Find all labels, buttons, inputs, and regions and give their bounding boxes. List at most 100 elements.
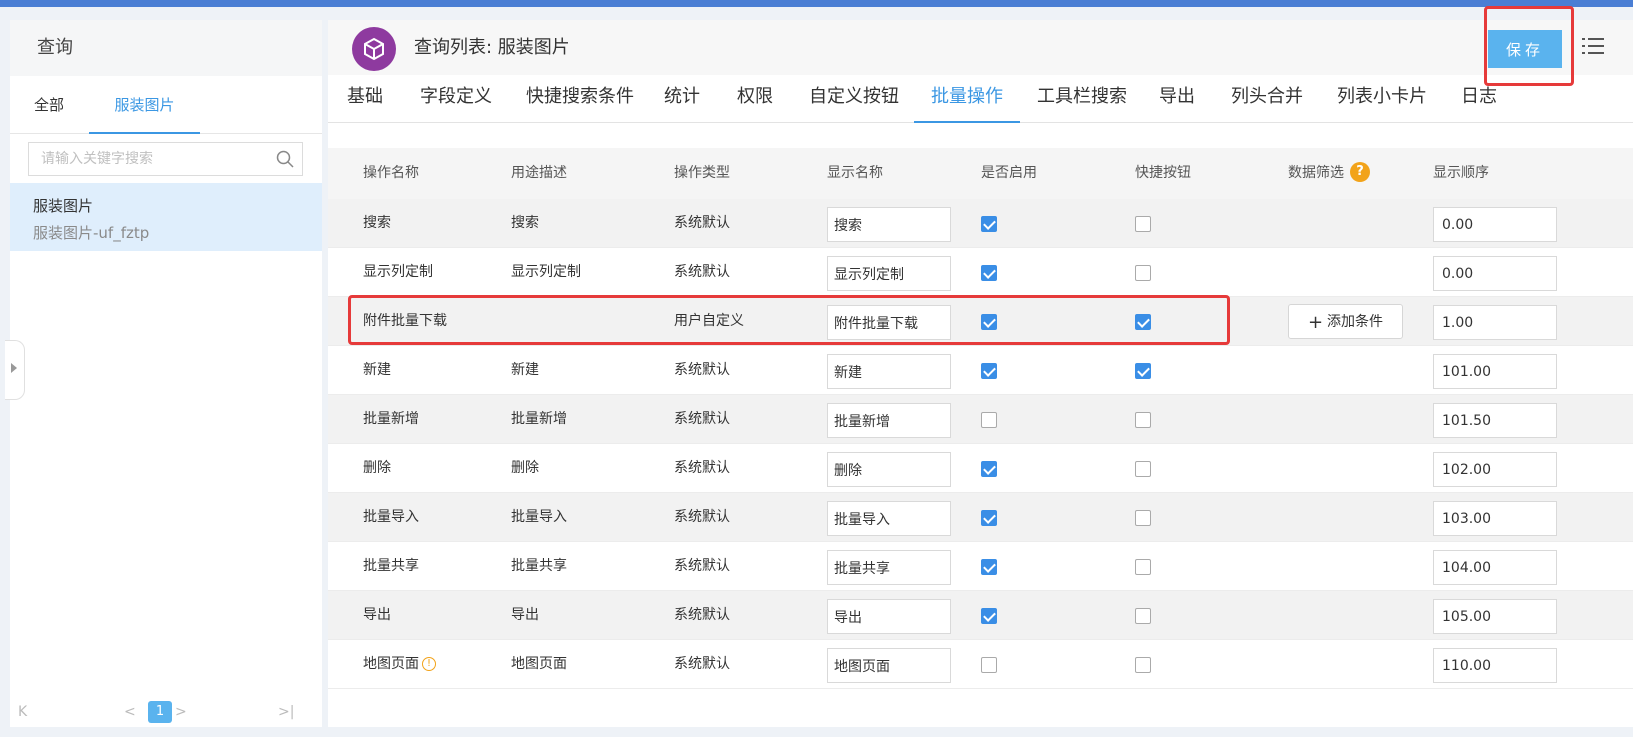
table-row: 地图页面! 地图页面 系统默认 (328, 640, 1633, 689)
operation-name: 删除 (363, 444, 391, 493)
save-button[interactable]: 保存 (1488, 30, 1562, 68)
operation-type: 系统默认 (674, 558, 730, 574)
next-page-icon[interactable]: > (175, 700, 187, 724)
app-logo (352, 27, 396, 71)
page-number-current[interactable]: 1 (148, 701, 172, 723)
display-name-input[interactable] (827, 305, 951, 340)
display-order-input[interactable] (1433, 599, 1557, 634)
display-order-input[interactable] (1433, 207, 1557, 242)
table-row: 批量导入 批量导入 系统默认 (328, 493, 1633, 542)
display-order-input[interactable] (1433, 550, 1557, 585)
left-tab-all[interactable]: 全部 (10, 76, 88, 134)
first-page-icon[interactable]: K (18, 700, 27, 724)
operation-name: 批量导入 (363, 493, 419, 542)
table-header: 操作名称 用途描述 操作类型 显示名称 是否启用 快捷按钮 数据筛选? 显示顺序 (328, 148, 1633, 199)
operation-description: 新建 (511, 362, 539, 378)
tab-toolbar-search[interactable]: 工具栏搜索 (1037, 75, 1127, 123)
operation-name: 批量新增 (363, 395, 419, 444)
menu-list-icon[interactable] (1582, 36, 1604, 56)
enabled-checkbox[interactable] (981, 461, 997, 477)
enabled-checkbox[interactable] (981, 657, 997, 673)
operation-type: 系统默认 (674, 460, 730, 476)
list-item[interactable]: 服装图片 服装图片-uf_fztp (10, 183, 322, 251)
tab-statistics[interactable]: 统计 (664, 75, 700, 123)
display-order-input[interactable] (1433, 354, 1557, 389)
operation-description: 地图页面 (511, 656, 567, 672)
display-name-input[interactable] (827, 256, 951, 291)
tab-batch-operations[interactable]: 批量操作 (914, 75, 1020, 123)
operation-name-text: 新建 (363, 362, 391, 378)
quick-button-checkbox[interactable] (1135, 461, 1151, 477)
tab-export[interactable]: 导出 (1159, 75, 1195, 123)
left-tab-clothing-images[interactable]: 服装图片 (89, 76, 200, 134)
col-operation-type: 操作类型 (674, 165, 730, 181)
operation-type: 系统默认 (674, 362, 730, 378)
table-row: 删除 删除 系统默认 (328, 444, 1633, 493)
operation-description: 批量导入 (511, 509, 567, 525)
quick-button-checkbox[interactable] (1135, 559, 1151, 575)
operation-type: 系统默认 (674, 264, 730, 280)
tab-custom-buttons[interactable]: 自定义按钮 (809, 75, 899, 123)
display-order-input[interactable] (1433, 305, 1557, 340)
enabled-checkbox[interactable] (981, 412, 997, 428)
quick-button-checkbox[interactable] (1135, 510, 1151, 526)
operation-type: 系统默认 (674, 411, 730, 427)
collapse-panel-handle[interactable] (5, 340, 25, 400)
enabled-checkbox[interactable] (981, 510, 997, 526)
tab-list-card[interactable]: 列表小卡片 (1337, 75, 1427, 123)
quick-button-checkbox[interactable] (1135, 314, 1151, 330)
display-name-input[interactable] (827, 501, 951, 536)
search-input[interactable] (29, 143, 259, 175)
quick-button-checkbox[interactable] (1135, 363, 1151, 379)
table-row: 附件批量下载 用户自定义 +添加条件 (328, 297, 1633, 346)
quick-button-checkbox[interactable] (1135, 657, 1151, 673)
display-name-input[interactable] (827, 403, 951, 438)
add-condition-label: 添加条件 (1327, 313, 1384, 330)
enabled-checkbox[interactable] (981, 265, 997, 281)
display-name-input[interactable] (827, 550, 951, 585)
quick-button-checkbox[interactable] (1135, 412, 1151, 428)
help-icon[interactable]: ? (1350, 161, 1370, 182)
search-box (28, 142, 303, 176)
col-display-order: 显示顺序 (1433, 165, 1489, 181)
display-order-input[interactable] (1433, 648, 1557, 683)
quick-button-checkbox[interactable] (1135, 216, 1151, 232)
tab-field-definition[interactable]: 字段定义 (420, 75, 492, 123)
quick-button-checkbox[interactable] (1135, 608, 1151, 624)
enabled-checkbox[interactable] (981, 314, 997, 330)
search-icon[interactable] (276, 150, 294, 168)
col-operation-name: 操作名称 (363, 165, 419, 181)
operation-name: 搜索 (363, 199, 391, 248)
tab-log[interactable]: 日志 (1461, 75, 1497, 123)
operation-name-text: 删除 (363, 460, 391, 476)
display-name-input[interactable] (827, 648, 951, 683)
tab-quick-search[interactable]: 快捷搜索条件 (526, 75, 634, 123)
operation-description: 批量新增 (511, 411, 567, 427)
display-name-input[interactable] (827, 599, 951, 634)
col-enabled: 是否启用 (981, 165, 1037, 181)
enabled-checkbox[interactable] (981, 363, 997, 379)
display-name-input[interactable] (827, 354, 951, 389)
tab-basic[interactable]: 基础 (347, 75, 383, 123)
tab-header-merge[interactable]: 列头合并 (1231, 75, 1303, 123)
operation-name-text: 批量导入 (363, 509, 419, 525)
chevron-right-icon (11, 363, 17, 373)
enabled-checkbox[interactable] (981, 216, 997, 232)
tab-permissions[interactable]: 权限 (737, 75, 773, 123)
prev-page-icon[interactable]: < (124, 700, 136, 724)
display-name-input[interactable] (827, 452, 951, 487)
enabled-checkbox[interactable] (981, 608, 997, 624)
display-order-input[interactable] (1433, 501, 1557, 536)
pagination: K < 1 > >| (10, 700, 322, 724)
quick-button-checkbox[interactable] (1135, 265, 1151, 281)
add-condition-button[interactable]: + 添加条件 (1288, 304, 1403, 339)
display-name-input[interactable] (827, 207, 951, 242)
left-panel-title: 查询 (10, 20, 322, 76)
enabled-checkbox[interactable] (981, 559, 997, 575)
table-row: 显示列定制 显示列定制 系统默认 (328, 248, 1633, 297)
last-page-icon[interactable]: >| (278, 700, 294, 724)
display-order-input[interactable] (1433, 256, 1557, 291)
display-order-input[interactable] (1433, 452, 1557, 487)
display-order-input[interactable] (1433, 403, 1557, 438)
table-row: 批量新增 批量新增 系统默认 (328, 395, 1633, 444)
